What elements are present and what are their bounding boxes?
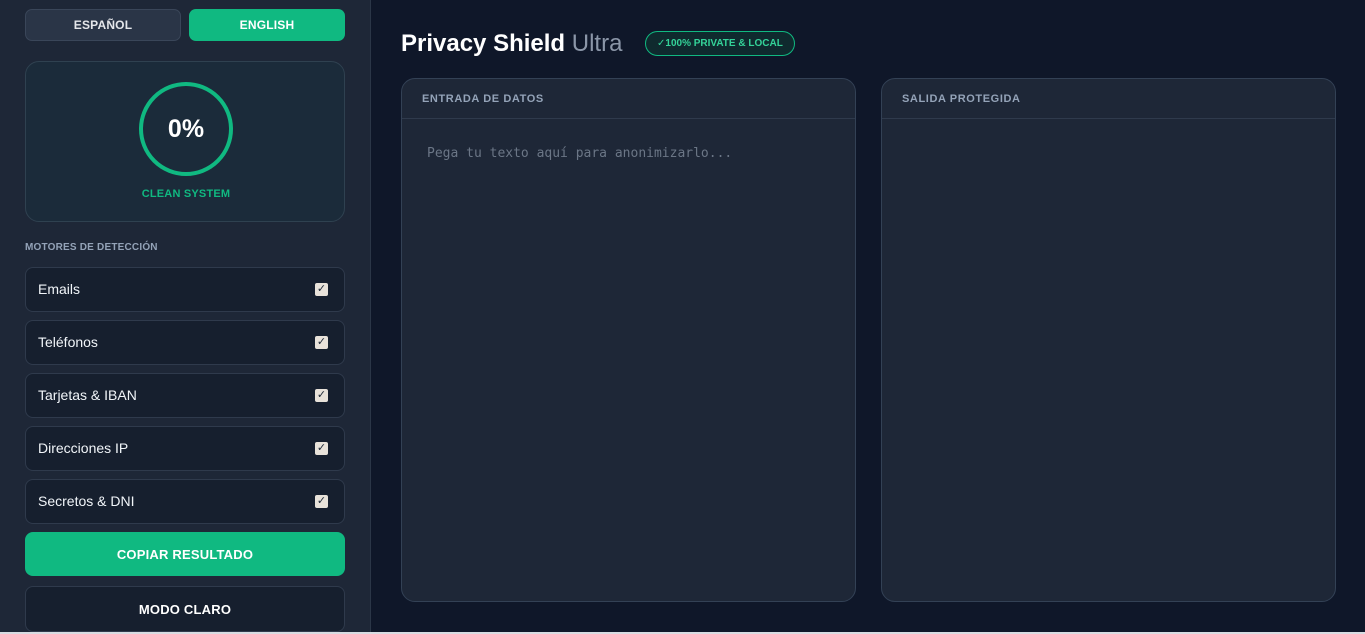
page-title: Privacy Shield Ultra [401, 30, 622, 58]
score-ring: 0% [139, 82, 233, 176]
engine-checkbox-cards-iban[interactable]: ✓ [315, 389, 328, 402]
input-textarea[interactable] [402, 119, 855, 601]
copy-result-button[interactable]: COPIAR RESULTADO [25, 532, 345, 576]
sidebar: ESPAÑOL ENGLISH 0% CLEAN SYSTEM MOTORES … [0, 0, 371, 632]
page-title-main: Privacy Shield [401, 30, 566, 57]
engine-label: Direcciones IP [38, 440, 129, 456]
language-button-english[interactable]: ENGLISH [189, 9, 345, 41]
light-mode-button[interactable]: MODO CLARO [25, 586, 345, 632]
privacy-score-card: 0% CLEAN SYSTEM [25, 61, 345, 222]
input-panel-title: ENTRADA DE DATOS [402, 79, 855, 119]
privacy-badge: ✓100% PRIVATE & LOCAL [645, 31, 795, 56]
engine-item-phones[interactable]: Teléfonos ✓ [25, 320, 345, 365]
engines-section-title: MOTORES DE DETECCIÓN [25, 242, 158, 253]
engine-checkbox-phones[interactable]: ✓ [315, 336, 328, 349]
output-panel-title: SALIDA PROTEGIDA [882, 79, 1335, 119]
engine-item-ip-addresses[interactable]: Direcciones IP ✓ [25, 426, 345, 471]
engine-label: Secretos & DNI [38, 493, 135, 509]
engine-item-secrets-dni[interactable]: Secretos & DNI ✓ [25, 479, 345, 524]
engine-item-emails[interactable]: Emails ✓ [25, 267, 345, 312]
output-textarea[interactable] [882, 119, 1335, 601]
input-panel: ENTRADA DE DATOS [401, 78, 856, 602]
language-switcher: ESPAÑOL ENGLISH [25, 9, 345, 41]
engine-label: Tarjetas & IBAN [38, 387, 137, 403]
engine-item-cards-iban[interactable]: Tarjetas & IBAN ✓ [25, 373, 345, 418]
engine-checkbox-secrets-dni[interactable]: ✓ [315, 495, 328, 508]
score-value: 0% [167, 114, 205, 143]
engine-label: Teléfonos [38, 334, 98, 350]
engine-checkbox-ip-addresses[interactable]: ✓ [315, 442, 328, 455]
page-title-subtitle: Ultra [571, 30, 623, 57]
engine-label: Emails [38, 281, 81, 297]
language-button-spanish[interactable]: ESPAÑOL [25, 9, 181, 41]
output-panel: SALIDA PROTEGIDA [881, 78, 1336, 602]
engine-checkbox-emails[interactable]: ✓ [315, 283, 328, 296]
score-status-label: CLEAN SYSTEM [141, 188, 231, 200]
